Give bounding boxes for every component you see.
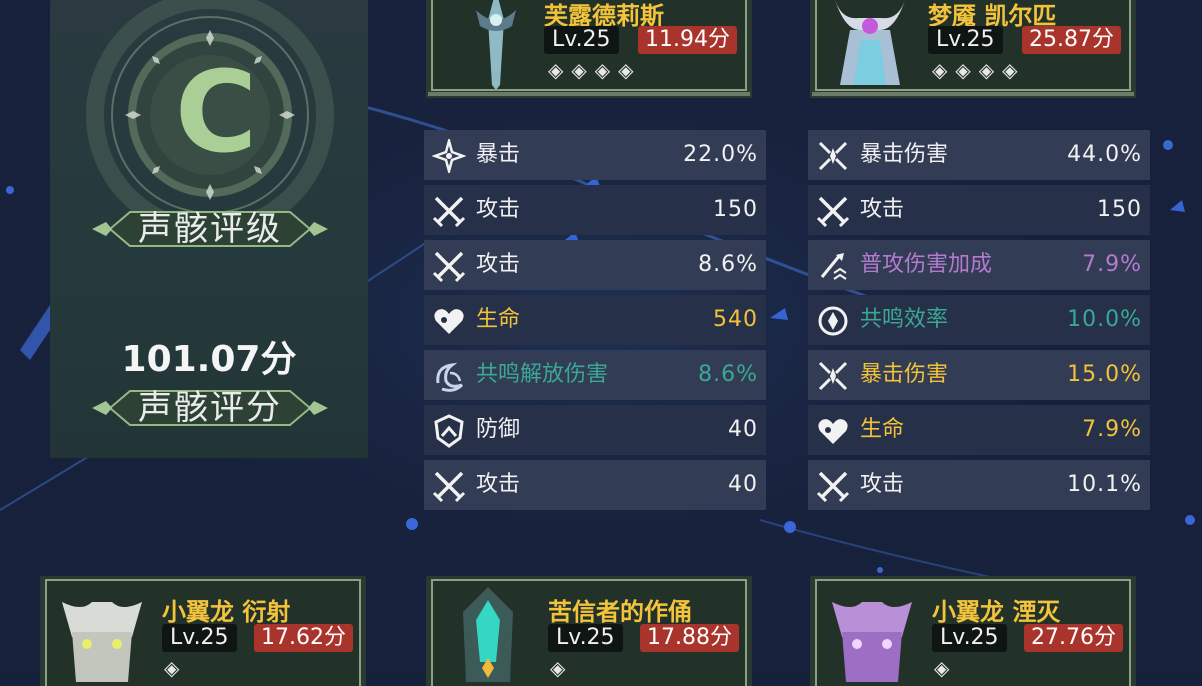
stat-row: 生命 7.9% xyxy=(808,405,1150,455)
total-score: 101.07分 xyxy=(121,339,297,380)
stat-row: 生命 540 xyxy=(424,295,766,345)
echo-name: 苦信者的作俑 xyxy=(548,598,692,626)
echo-card[interactable]: 苦信者的作俑 Lv.25 17.88分 ◈ xyxy=(426,576,752,686)
score-label: 声骸评分 xyxy=(138,388,282,428)
stat-name: 攻击 xyxy=(476,472,521,497)
hp-icon xyxy=(818,419,848,444)
crit-damage-icon xyxy=(818,141,848,171)
stat-row: 暴击伤害 15.0% xyxy=(808,350,1150,400)
stat-row: 攻击 40 xyxy=(424,460,766,510)
stat-value: 540 xyxy=(713,307,758,332)
stat-name: 攻击 xyxy=(860,197,905,222)
stat-value: 10.1% xyxy=(1067,472,1142,497)
rarity-diamonds: ◈ xyxy=(164,656,188,680)
rarity-diamonds: ◈ xyxy=(550,656,574,680)
crit-damage-icon xyxy=(818,361,848,391)
echo-card[interactable]: 芙露德莉斯 Lv.25 11.94分 ◈◈◈◈ xyxy=(426,0,752,98)
stat-name: 攻击 xyxy=(476,197,521,222)
stat-value: 150 xyxy=(1097,197,1142,222)
stat-row: 共鸣效率 10.0% xyxy=(808,295,1150,345)
hp-icon xyxy=(434,309,464,334)
echo-name: 小翼龙 衍射 xyxy=(162,598,291,626)
stat-value: 150 xyxy=(713,197,758,222)
stat-value: 10.0% xyxy=(1067,307,1142,332)
rarity-diamonds: ◈◈◈◈ xyxy=(548,58,642,82)
echo-level: Lv.25 xyxy=(548,624,623,652)
stat-value: 40 xyxy=(728,472,758,497)
basic-attack-icon xyxy=(820,253,847,280)
stat-value: 7.9% xyxy=(1082,417,1142,442)
crit-icon xyxy=(432,139,466,173)
stat-row: 防御 40 xyxy=(424,405,766,455)
stat-row: 攻击 150 xyxy=(808,185,1150,235)
echo-level: Lv.25 xyxy=(932,624,1007,652)
stat-row: 暴击伤害 44.0% xyxy=(808,130,1150,180)
echo-card[interactable]: 小翼龙 湮灭 Lv.25 27.76分 ◈ xyxy=(810,576,1136,686)
echo-level: Lv.25 xyxy=(544,26,619,54)
stat-value: 44.0% xyxy=(1067,142,1142,167)
stat-name: 生命 xyxy=(860,417,905,442)
stat-name: 共鸣解放伤害 xyxy=(476,362,609,387)
attack-icon xyxy=(816,196,850,228)
stat-name: 生命 xyxy=(476,307,521,332)
stat-value: 8.6% xyxy=(698,362,758,387)
echo-score: 11.94分 xyxy=(638,26,737,54)
stat-value: 40 xyxy=(728,417,758,442)
grade-label: 声骸评级 xyxy=(138,209,282,249)
attack-icon xyxy=(432,251,466,283)
teal-construct-icon xyxy=(463,587,513,682)
echo-card[interactable]: 梦魇 凯尔匹 Lv.25 25.87分 ◈◈◈◈ xyxy=(810,0,1136,98)
white-dragon-icon xyxy=(62,602,142,682)
stat-row: 攻击 10.1% xyxy=(808,460,1150,510)
echo-card[interactable]: 小翼龙 衍射 Lv.25 17.62分 ◈ xyxy=(40,576,366,686)
stat-name: 防御 xyxy=(476,417,521,442)
stat-name: 暴击伤害 xyxy=(860,142,949,167)
attack-icon xyxy=(432,471,466,503)
echo-score: 25.87分 xyxy=(1022,26,1121,54)
stat-value: 22.0% xyxy=(683,142,758,167)
stat-row: 共鸣解放伤害 8.6% xyxy=(424,350,766,400)
rarity-diamonds: ◈◈◈◈ xyxy=(932,58,1026,82)
energy-regen-icon xyxy=(818,306,848,336)
purple-dragon-icon xyxy=(832,602,912,682)
attack-icon xyxy=(432,196,466,228)
stat-value: 15.0% xyxy=(1067,362,1142,387)
stat-value: 8.6% xyxy=(698,252,758,277)
stat-row: 攻击 150 xyxy=(424,185,766,235)
echo-level: Lv.25 xyxy=(162,624,237,652)
stat-row: 暴击 22.0% xyxy=(424,130,766,180)
stat-row: 普攻伤害加成 7.9% xyxy=(808,240,1150,290)
sword-creature-icon xyxy=(476,0,516,90)
liberation-icon xyxy=(436,362,464,392)
attack-icon xyxy=(816,471,850,503)
stat-name: 共鸣效率 xyxy=(860,307,949,332)
echo-name: 小翼龙 湮灭 xyxy=(932,598,1061,626)
rarity-diamonds: ◈ xyxy=(934,656,958,680)
horned-beast-icon xyxy=(835,0,905,85)
grade-letter: C xyxy=(175,48,258,178)
defense-icon xyxy=(434,414,464,448)
stat-name: 暴击 xyxy=(476,142,521,167)
stat-name: 暴击伤害 xyxy=(860,362,949,387)
echo-score: 17.62分 xyxy=(254,624,353,652)
stat-name: 攻击 xyxy=(860,472,905,497)
stat-row: 攻击 8.6% xyxy=(424,240,766,290)
stat-name: 普攻伤害加成 xyxy=(860,252,993,277)
echo-level: Lv.25 xyxy=(928,26,1003,54)
echo-score: 27.76分 xyxy=(1024,624,1123,652)
stat-name: 攻击 xyxy=(476,252,521,277)
echo-score: 17.88分 xyxy=(640,624,739,652)
stat-value: 7.9% xyxy=(1082,252,1142,277)
